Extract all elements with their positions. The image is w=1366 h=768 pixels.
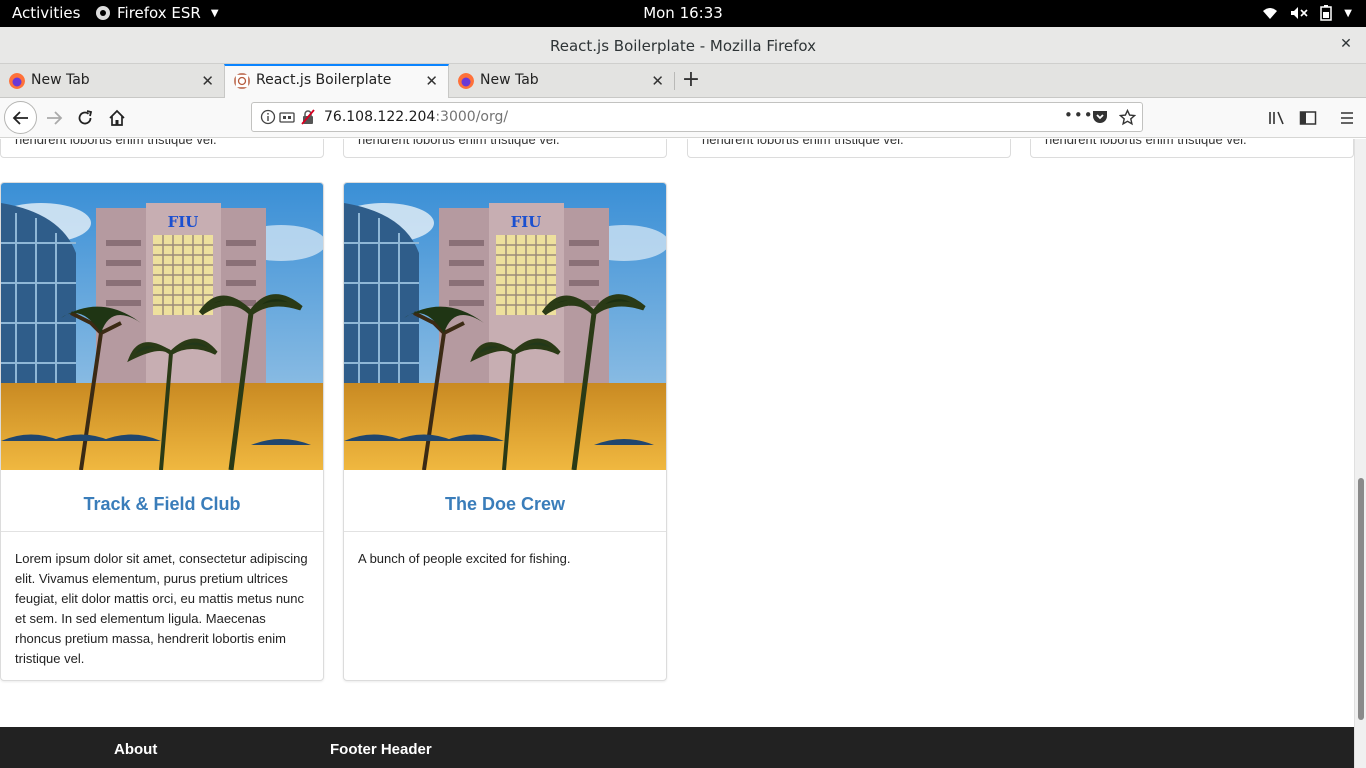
pocket-icon[interactable] — [1092, 109, 1108, 125]
card-description: hendrerit lobortis enim tristique vel. — [358, 139, 560, 147]
card-description: hendrerit lobortis enim tristique vel. — [1045, 139, 1247, 147]
card-description: hendrerit lobortis enim tristique vel. — [702, 139, 904, 147]
close-tab-icon[interactable]: ✕ — [425, 72, 438, 90]
back-button[interactable] — [4, 101, 37, 134]
chevron-down-icon: ▼ — [210, 7, 219, 19]
open-menu-button[interactable] — [1333, 104, 1361, 132]
page-footer: About Footer Header — [0, 727, 1354, 768]
new-tab-button[interactable]: + — [680, 69, 702, 91]
volume-muted-icon — [1291, 7, 1308, 19]
organization-photo: FIU — [1, 183, 323, 470]
organization-name[interactable]: Track & Field Club — [1, 494, 323, 515]
chevron-down-icon: ▼ — [1344, 7, 1352, 19]
react-boilerplate-favicon-icon — [234, 73, 250, 89]
app-menu-label: Firefox ESR — [117, 4, 201, 22]
footer-heading-about: About — [114, 741, 158, 758]
org-card-previous-row[interactable]: hendrerit lobortis enim tristique vel. — [0, 139, 324, 158]
forward-button[interactable] — [40, 104, 68, 132]
tab-react-boilerplate[interactable]: React.js Boilerplate ✕ — [224, 64, 449, 99]
organization-description: A bunch of people excited for fishing. — [358, 551, 571, 566]
home-icon — [109, 109, 125, 126]
hamburger-menu-icon — [1341, 112, 1353, 124]
battery-icon — [1320, 5, 1333, 21]
footer-heading: Footer Header — [330, 741, 432, 758]
org-card-previous-row[interactable]: hendrerit lobortis enim tristique vel. — [1030, 139, 1354, 158]
tab-strip: New Tab ✕ React.js Boilerplate ✕ New Tab… — [0, 64, 1366, 99]
tab-label: New Tab — [480, 72, 539, 88]
url-host: 76.108.122.204 — [324, 109, 436, 125]
wifi-icon — [1263, 8, 1278, 19]
url-text[interactable]: 76.108.122.204:3000/org/ — [324, 109, 508, 125]
scrollbar-thumb[interactable] — [1358, 478, 1364, 720]
app-menu[interactable]: Firefox ESR ▼ — [95, 4, 219, 22]
reload-icon — [78, 110, 93, 125]
tab-new-tab-2[interactable]: New Tab ✕ — [449, 64, 674, 98]
window-title: React.js Boilerplate - Mozilla Firefox — [549, 37, 817, 55]
organization-photo: FIU — [344, 183, 666, 470]
arrow-right-icon — [47, 111, 63, 125]
org-card-previous-row[interactable]: hendrerit lobortis enim tristique vel. — [343, 139, 667, 158]
sidebar-icon — [1299, 111, 1317, 125]
page-content: hendrerit lobortis enim tristique vel. h… — [0, 139, 1354, 768]
url-bar[interactable]: 76.108.122.204:3000/org/ ••• — [251, 102, 1143, 132]
tab-label: React.js Boilerplate — [256, 72, 392, 88]
page-scrollbar[interactable] — [1354, 139, 1366, 768]
library-icon — [1269, 111, 1284, 125]
insecure-connection-icon[interactable] — [300, 109, 316, 125]
org-card[interactable]: FIU Track & Field Club Lorem ipsum dolor… — [0, 182, 324, 681]
library-button[interactable] — [1263, 104, 1291, 132]
divider — [1, 531, 323, 532]
org-card-previous-row[interactable]: hendrerit lobortis enim tristique vel. — [687, 139, 1011, 158]
divider — [344, 531, 666, 532]
clock[interactable]: Mon 16:33 — [643, 4, 723, 22]
organization-description: Lorem ipsum dolor sit amet, consectetur … — [15, 551, 308, 666]
firefox-icon — [458, 73, 474, 89]
tab-separator — [674, 72, 675, 90]
tab-new-tab-1[interactable]: New Tab ✕ — [0, 64, 224, 98]
system-tray[interactable]: ▼ — [1262, 5, 1352, 21]
firefox-icon — [9, 73, 25, 89]
arrow-left-icon — [12, 110, 28, 125]
navigation-toolbar: 76.108.122.204:3000/org/ ••• — [0, 98, 1366, 138]
bookmark-star-icon[interactable] — [1119, 109, 1136, 126]
fiu-sign: FIU — [511, 213, 542, 231]
permissions-icon[interactable] — [279, 109, 295, 125]
card-description: hendrerit lobortis enim tristique vel. — [15, 139, 217, 147]
reload-button[interactable] — [71, 104, 99, 132]
sidebar-button[interactable] — [1294, 104, 1322, 132]
info-icon[interactable] — [260, 109, 276, 125]
org-card[interactable]: FIU The Doe Crew A bunch of people excit… — [343, 182, 667, 681]
close-tab-icon[interactable]: ✕ — [651, 72, 664, 90]
activities-button[interactable]: Activities — [12, 4, 80, 22]
window-titlebar: React.js Boilerplate - Mozilla Firefox ✕ — [0, 27, 1366, 64]
url-path: :3000/org/ — [435, 109, 509, 125]
home-button[interactable] — [103, 104, 131, 132]
firefox-app-icon — [96, 6, 110, 20]
close-tab-icon[interactable]: ✕ — [201, 72, 214, 90]
organization-name[interactable]: The Doe Crew — [344, 494, 666, 515]
system-top-bar: Activities Firefox ESR ▼ Mon 16:33 ▼ — [0, 0, 1366, 27]
page-actions-icon[interactable]: ••• — [1064, 106, 1094, 124]
fiu-sign: FIU — [168, 213, 199, 231]
close-window-button[interactable]: ✕ — [1338, 36, 1354, 52]
tab-label: New Tab — [31, 72, 90, 88]
